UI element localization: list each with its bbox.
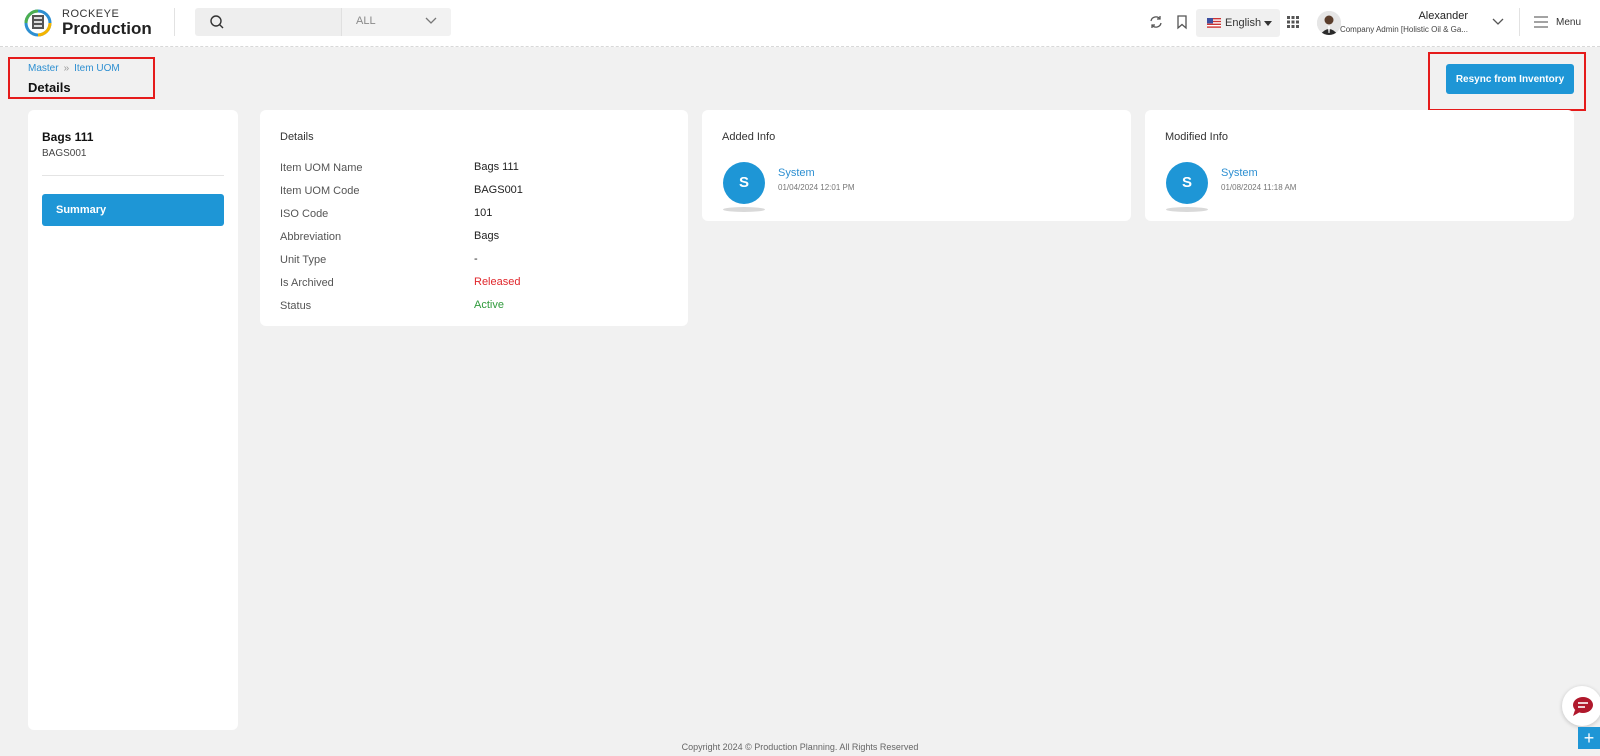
search-scope-select[interactable]: ALL bbox=[341, 8, 451, 36]
refresh-icon[interactable] bbox=[1148, 14, 1164, 30]
chevron-down-icon[interactable] bbox=[1492, 18, 1504, 26]
search-scope-value: ALL bbox=[356, 15, 376, 27]
detail-label: Item UOM Code bbox=[280, 185, 360, 197]
user-name[interactable]: Alexander bbox=[1418, 10, 1468, 22]
global-search: ALL bbox=[195, 8, 451, 36]
detail-value: - bbox=[474, 253, 478, 265]
panel-divider bbox=[42, 175, 224, 176]
search-icon[interactable] bbox=[209, 14, 225, 30]
detail-value: BAGS001 bbox=[474, 184, 523, 196]
detail-label: ISO Code bbox=[280, 208, 329, 220]
detail-value: 101 bbox=[474, 207, 493, 219]
brand[interactable]: ROCKEYE Production bbox=[62, 8, 152, 38]
modified-info-card: Modified Info S System 01/08/2024 11:18 … bbox=[1145, 110, 1574, 221]
caret-down-icon bbox=[1264, 21, 1272, 26]
item-title: Bags 111 bbox=[42, 130, 94, 144]
language-selector[interactable]: English bbox=[1196, 9, 1280, 37]
summary-tab[interactable]: Summary bbox=[42, 194, 224, 226]
archived-status-value: Released bbox=[474, 276, 521, 288]
status-value: Active bbox=[474, 299, 504, 311]
header-divider bbox=[174, 8, 175, 36]
detail-label: Status bbox=[280, 300, 312, 312]
detail-value: Bags 111 bbox=[474, 161, 519, 173]
details-card: Details Item UOM Name Bags 111 Item UOM … bbox=[260, 110, 688, 326]
brand-name: Production bbox=[62, 19, 152, 38]
modified-date: 01/08/2024 11:18 AM bbox=[1221, 183, 1297, 192]
detail-value: Bags bbox=[474, 230, 500, 242]
modified-by-link[interactable]: System bbox=[1221, 167, 1258, 179]
avatar: S bbox=[1166, 162, 1208, 204]
item-code: BAGS001 bbox=[42, 148, 87, 159]
app-logo-icon[interactable] bbox=[22, 6, 54, 38]
added-info-card: Added Info S System 01/04/2024 12:01 PM bbox=[702, 110, 1131, 221]
chevron-down-icon bbox=[425, 17, 437, 24]
top-header: ROCKEYE Production ALL English Alexander… bbox=[0, 0, 1600, 47]
search-input[interactable] bbox=[231, 12, 331, 32]
highlight-box-breadcrumb bbox=[8, 57, 155, 99]
modified-info-title: Modified Info bbox=[1165, 131, 1228, 143]
menu-label[interactable]: Menu bbox=[1556, 17, 1581, 28]
added-info-title: Added Info bbox=[722, 131, 776, 143]
us-flag-icon bbox=[1207, 18, 1221, 28]
chat-icon bbox=[1573, 697, 1593, 716]
header-divider bbox=[1519, 8, 1520, 36]
details-card-title: Details bbox=[280, 131, 314, 143]
bookmark-icon[interactable] bbox=[1174, 14, 1190, 30]
chat-button[interactable] bbox=[1562, 686, 1600, 726]
detail-label: Is Archived bbox=[280, 277, 334, 289]
avatar-shadow bbox=[723, 207, 765, 212]
user-avatar-icon bbox=[1317, 11, 1341, 35]
user-avatar[interactable] bbox=[1317, 11, 1341, 35]
detail-label: Item UOM Name bbox=[280, 162, 363, 174]
language-label: English bbox=[1225, 17, 1262, 29]
add-icon[interactable]: + bbox=[1578, 727, 1600, 749]
hamburger-icon[interactable] bbox=[1534, 16, 1548, 28]
footer-copyright: Copyright 2024 © Production Planning. Al… bbox=[681, 742, 919, 752]
user-role: Company Admin [Holistic Oil & Ga... bbox=[1339, 25, 1468, 34]
detail-label: Unit Type bbox=[280, 254, 327, 266]
added-date: 01/04/2024 12:01 PM bbox=[778, 183, 855, 192]
avatar-shadow bbox=[1166, 207, 1208, 212]
highlight-box-resync bbox=[1428, 52, 1586, 111]
added-by-link[interactable]: System bbox=[778, 167, 815, 179]
detail-label: Abbreviation bbox=[280, 231, 342, 243]
apps-grid-icon[interactable] bbox=[1285, 14, 1301, 30]
avatar: S bbox=[723, 162, 765, 204]
item-side-panel: Bags 111 BAGS001 Summary bbox=[28, 110, 238, 730]
